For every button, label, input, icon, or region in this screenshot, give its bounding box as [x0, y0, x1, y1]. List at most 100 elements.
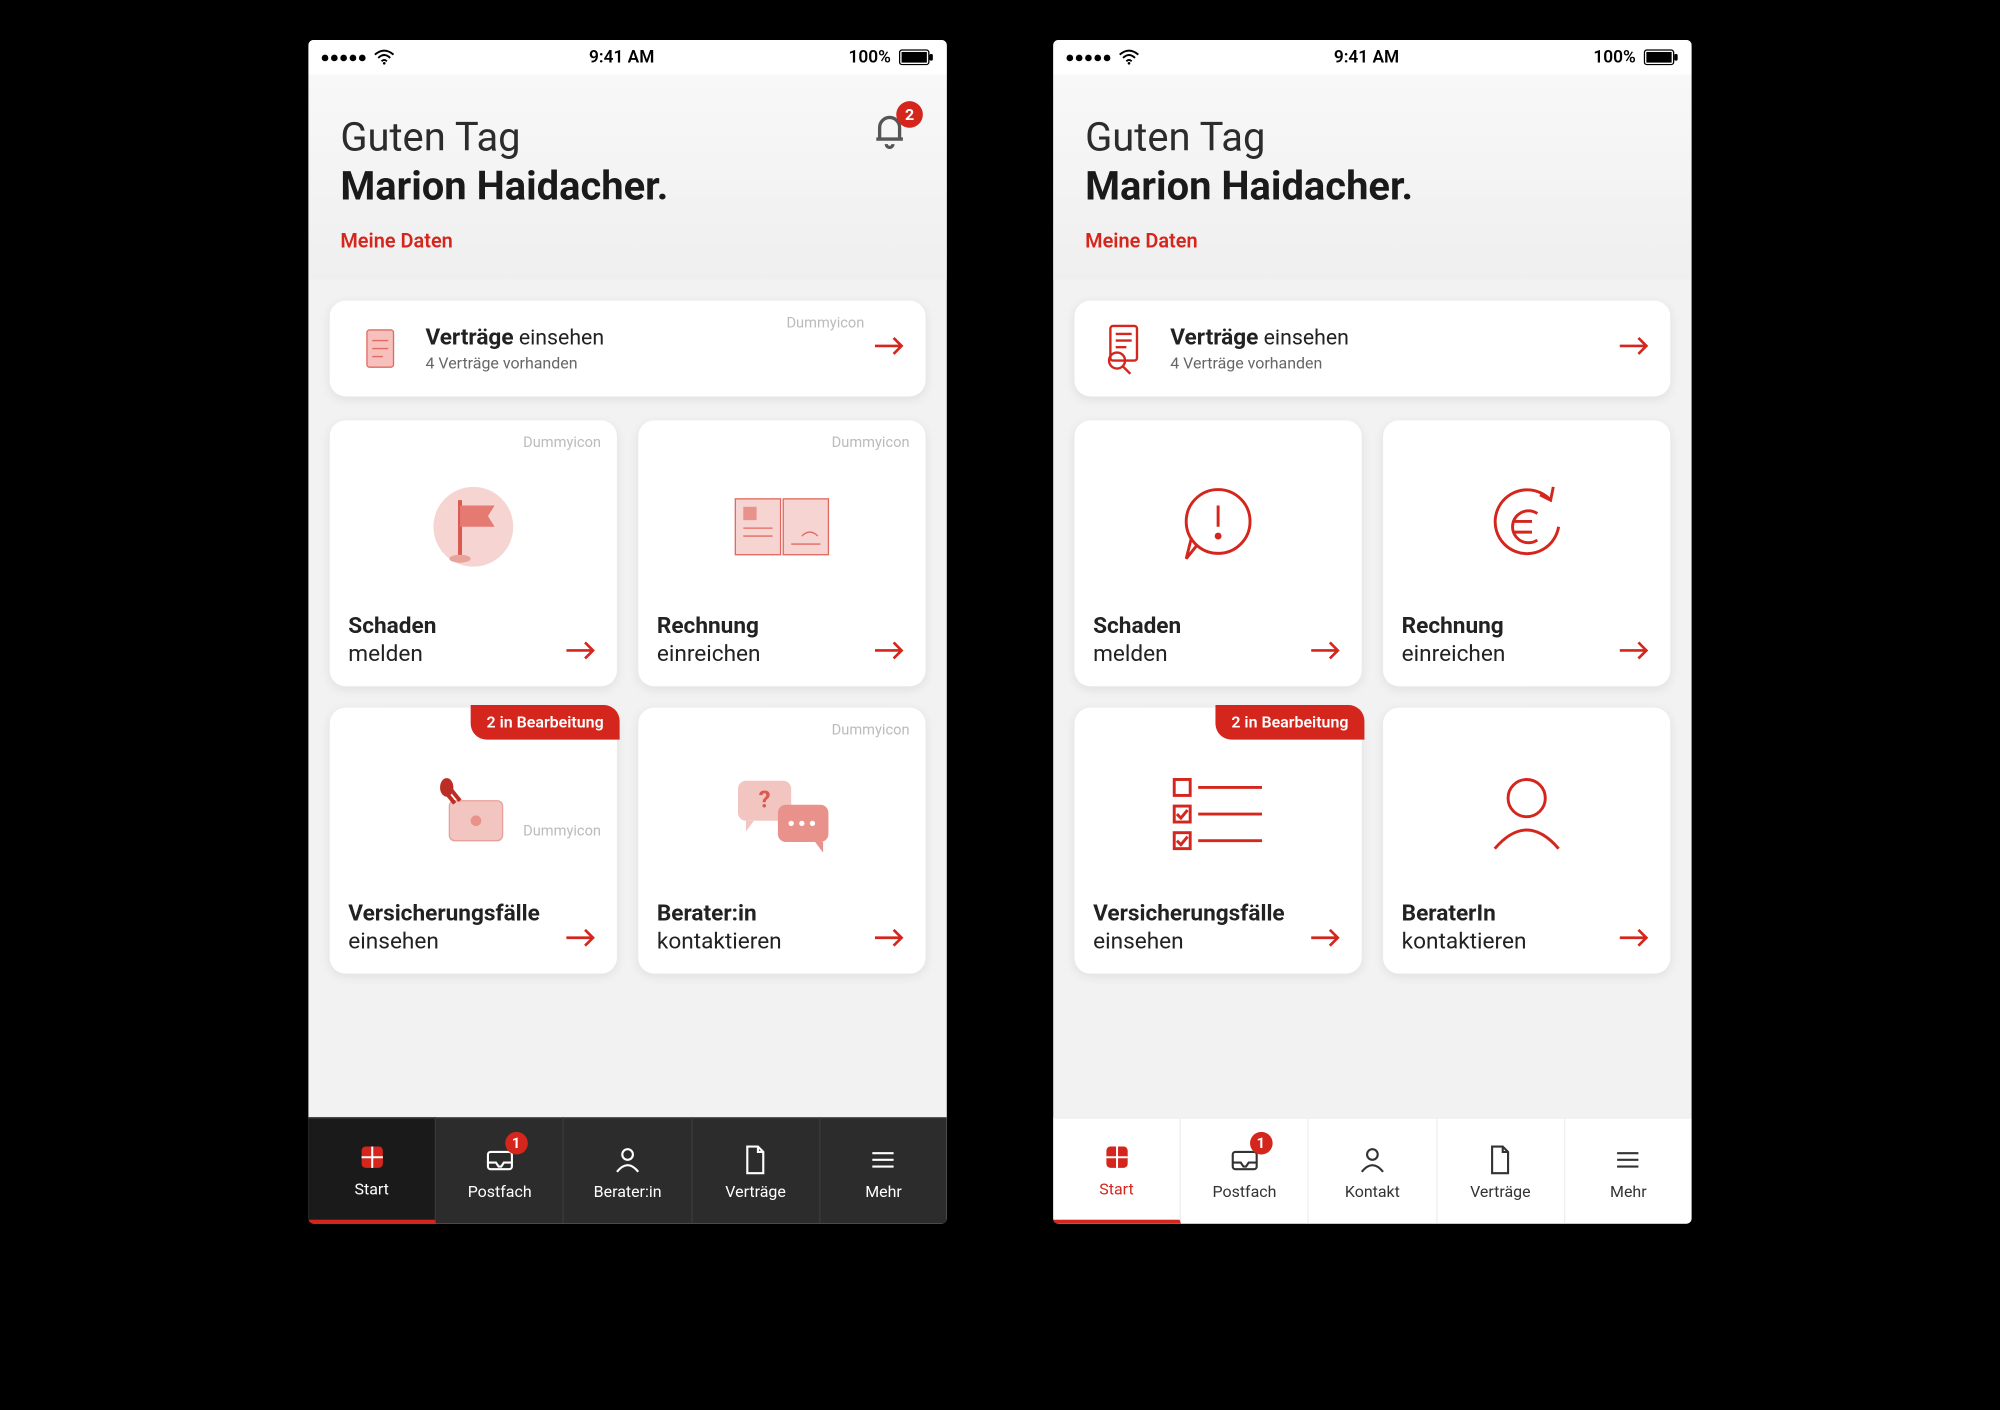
chat-icon: ? — [657, 726, 907, 901]
bottom-nav: Start 1 Postfach Berater:in Verträge Meh… — [308, 1117, 946, 1223]
phone-variant-a: 9:41 AM 100% 2 Guten Tag Marion Haidache… — [308, 40, 946, 1224]
nav-start[interactable]: Start — [1053, 1117, 1181, 1223]
dummy-label: Dummyicon — [832, 721, 910, 738]
vertraege-subtitle: 4 Verträge vorhanden — [1170, 354, 1349, 373]
tile-title-reg: einreichen — [1402, 641, 1652, 668]
tile-title-reg: kontaktieren — [657, 928, 907, 955]
vertraege-card[interactable]: Verträge einsehen 4 Verträge vorhanden — [1074, 301, 1670, 397]
euro-refund-icon — [1402, 439, 1652, 614]
bottom-nav: Start 1 Postfach Kontakt Verträge Mehr — [1053, 1117, 1691, 1223]
battery-percent: 100% — [849, 47, 891, 67]
nav-label: Start — [1099, 1180, 1133, 1199]
user-name: Marion Haidacher. — [1085, 164, 1660, 211]
signal-dots-icon — [322, 54, 366, 61]
flag-icon — [348, 439, 598, 614]
status-time: 9:41 AM — [589, 47, 654, 67]
tile-title-bold: Rechnung — [1402, 614, 1652, 641]
tile-title-bold: Berater:in — [657, 901, 907, 928]
greeting-text: Guten Tag — [1085, 114, 1660, 161]
versicherungsfaelle-tile[interactable]: 2 in Bearbeitung Versicherungsfälle eins… — [1074, 708, 1361, 974]
dummy-label: Dummyicon — [786, 314, 864, 331]
dummy-label: Dummyicon — [523, 434, 601, 451]
wifi-icon — [1118, 49, 1139, 65]
nav-mehr[interactable]: Mehr — [1565, 1117, 1692, 1223]
nav-vertraege[interactable]: Verträge — [1437, 1117, 1565, 1223]
nav-label: Mehr — [1610, 1182, 1647, 1201]
versicherungsfaelle-tile[interactable]: 2 in Bearbeitung Dummyicon Versicherungs… — [330, 708, 617, 974]
vertraege-title-light: einsehen — [519, 325, 604, 350]
greeting-text: Guten Tag — [340, 114, 915, 161]
wifi-icon — [374, 49, 395, 65]
status-time: 9:41 AM — [1334, 47, 1399, 67]
document-search-icon — [1096, 319, 1155, 378]
meine-daten-link[interactable]: Meine Daten — [340, 229, 453, 253]
nav-postfach[interactable]: 1 Postfach — [436, 1117, 564, 1223]
tile-title-bold: Schaden — [1093, 614, 1343, 641]
invoice-icon — [657, 439, 907, 614]
arrow-right-icon — [564, 639, 599, 668]
vertraege-title-bold: Verträge — [425, 325, 513, 352]
header: 2 Guten Tag Marion Haidacher. Meine Date… — [308, 75, 946, 280]
contracts-icon — [351, 319, 410, 378]
status-bar: 9:41 AM 100% — [308, 40, 946, 75]
arrow-right-icon — [1617, 926, 1652, 955]
tile-title-bold: Rechnung — [657, 614, 907, 641]
phone-variant-b: 9:41 AM 100% Guten Tag Marion Haidacher.… — [1053, 40, 1691, 1224]
tile-title-reg: einsehen — [348, 928, 598, 955]
battery-icon — [1644, 49, 1679, 65]
nav-label: Start — [354, 1180, 388, 1199]
vertraege-card[interactable]: Verträge einsehen 4 Verträge vorhanden D… — [330, 301, 926, 397]
nav-start[interactable]: Start — [308, 1117, 436, 1223]
postfach-badge: 1 — [505, 1132, 528, 1155]
content-area: Verträge einsehen 4 Verträge vorhanden D… — [308, 279, 946, 1117]
rechnung-tile[interactable]: Dummyicon Rechnung einreichen — [638, 420, 925, 686]
vertraege-subtitle: 4 Verträge vorhanden — [425, 354, 604, 373]
svg-text:?: ? — [759, 785, 771, 813]
dummy-label: Dummyicon — [523, 822, 601, 839]
postfach-badge: 1 — [1250, 1132, 1273, 1155]
user-name: Marion Haidacher. — [340, 164, 915, 211]
tile-title-bold: Schaden — [348, 614, 598, 641]
in-bearbeitung-badge: 2 in Bearbeitung — [471, 705, 620, 740]
arrow-right-icon — [1309, 639, 1344, 668]
nav-vertraege[interactable]: Verträge — [692, 1117, 820, 1223]
schaden-tile[interactable]: Dummyicon Schaden melden — [330, 420, 617, 686]
tile-title-bold: Versicherungsfälle — [348, 901, 598, 928]
nav-postfach[interactable]: 1 Postfach — [1181, 1117, 1309, 1223]
tile-title-bold: BeraterIn — [1402, 901, 1652, 928]
arrow-right-icon — [1617, 334, 1652, 363]
meine-daten-link[interactable]: Meine Daten — [1085, 229, 1198, 253]
dummy-label: Dummyicon — [832, 434, 910, 451]
tile-title-reg: melden — [348, 641, 598, 668]
battery-icon — [899, 49, 934, 65]
nav-label: Mehr — [865, 1182, 902, 1201]
signal-dots-icon — [1067, 54, 1111, 61]
status-bar: 9:41 AM 100% — [1053, 40, 1691, 75]
arrow-right-icon — [872, 926, 907, 955]
arrow-right-icon — [872, 334, 907, 363]
in-bearbeitung-badge: 2 in Bearbeitung — [1215, 705, 1364, 740]
nav-label: Kontakt — [1345, 1182, 1400, 1201]
vertraege-title-bold: Verträge — [1170, 325, 1258, 352]
berater-tile[interactable]: BeraterIn kontaktieren — [1383, 708, 1670, 974]
nav-label: Postfach — [1213, 1182, 1277, 1201]
nav-mehr[interactable]: Mehr — [820, 1117, 947, 1223]
arrow-right-icon — [1617, 639, 1652, 668]
notifications-button[interactable]: 2 — [870, 109, 915, 154]
arrow-right-icon — [564, 926, 599, 955]
vertraege-title-light: einsehen — [1264, 325, 1349, 350]
alert-bubble-icon — [1093, 439, 1343, 614]
cases-icon — [348, 726, 598, 901]
notifications-badge: 2 — [896, 101, 923, 128]
arrow-right-icon — [872, 639, 907, 668]
schaden-tile[interactable]: Schaden melden — [1074, 420, 1361, 686]
nav-label: Berater:in — [594, 1182, 662, 1201]
berater-tile[interactable]: Dummyicon ? Berater:in kontaktieren — [638, 708, 925, 974]
tile-title-reg: einreichen — [657, 641, 907, 668]
nav-kontakt[interactable]: Kontakt — [1309, 1117, 1437, 1223]
nav-berater[interactable]: Berater:in — [564, 1117, 692, 1223]
tile-title-reg: einsehen — [1093, 928, 1343, 955]
rechnung-tile[interactable]: Rechnung einreichen — [1383, 420, 1670, 686]
tile-title-reg: kontaktieren — [1402, 928, 1652, 955]
nav-label: Postfach — [468, 1182, 532, 1201]
